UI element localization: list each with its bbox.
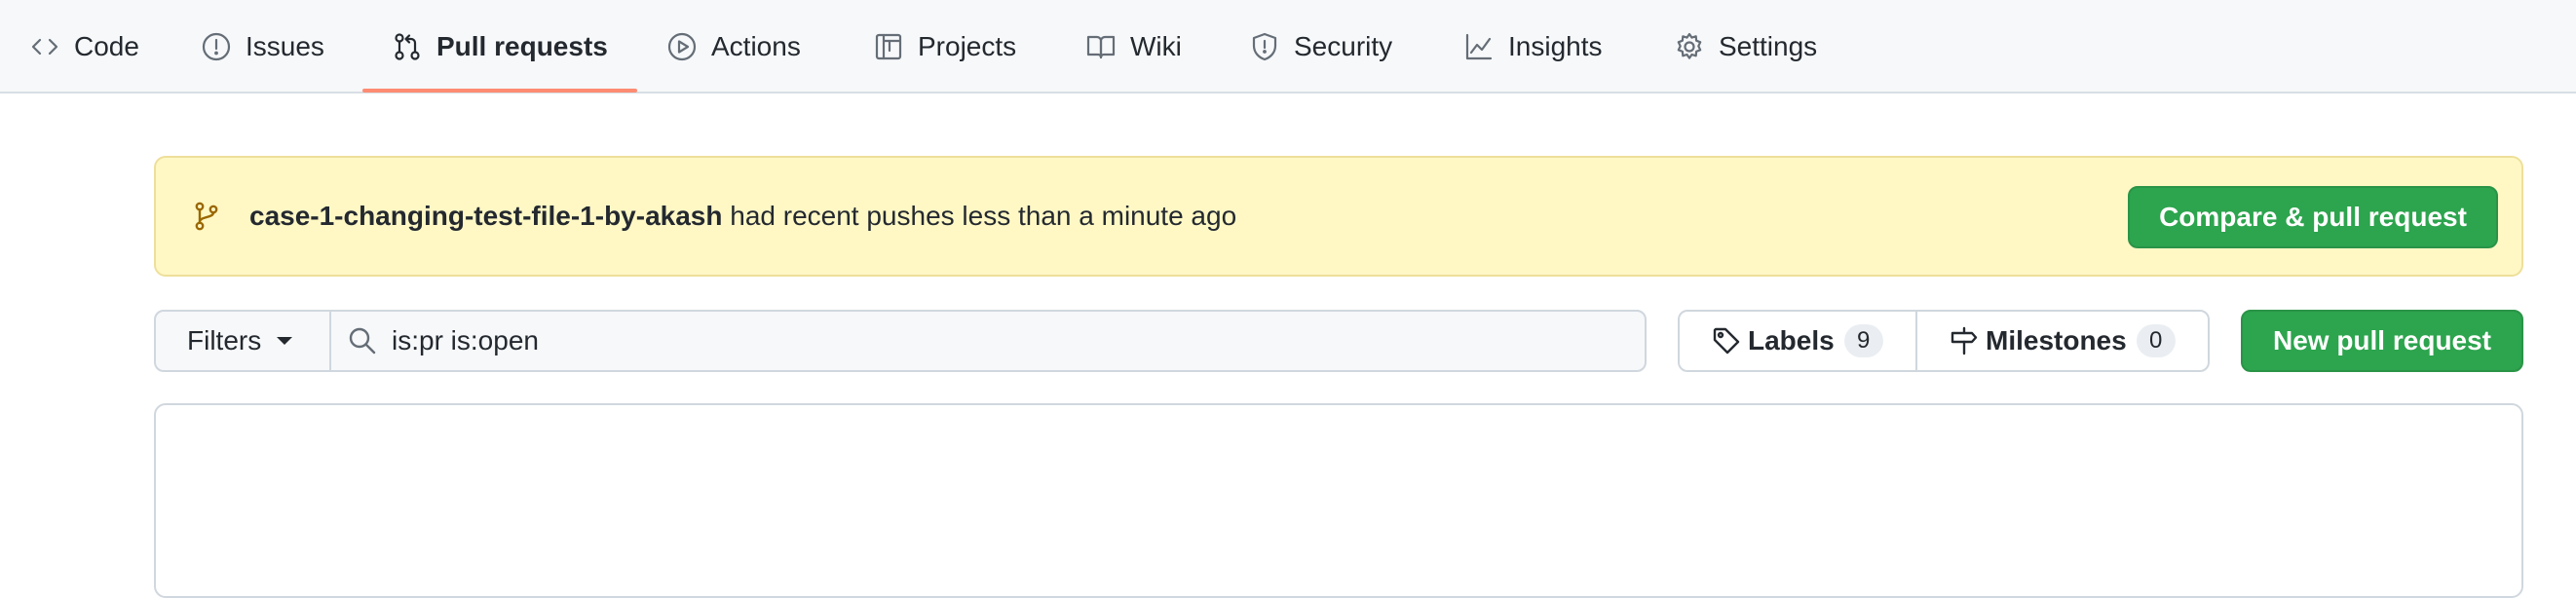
tab-label: Issues [246,31,324,61]
search-box[interactable] [329,310,1647,372]
labels-button[interactable]: Labels 9 [1680,312,1917,370]
milestones-label: Milestones [1986,325,2127,355]
tab-label: Settings [1719,31,1818,61]
table-icon [873,31,904,62]
git-branch-icon [191,201,222,232]
tab-projects[interactable]: Projects [873,0,1016,93]
graph-icon [1463,31,1495,62]
gear-icon [1674,31,1705,62]
tab-security[interactable]: Security [1249,0,1392,93]
labels-milestones-group: Labels 9 Milestones 0 [1678,310,2210,372]
search-input[interactable] [392,325,1645,356]
repo-nav: Code Issues Pull requests Actions Projec… [0,0,2576,93]
tab-label: Insights [1508,31,1603,61]
compare-pull-request-button[interactable]: Compare & pull request [2128,186,2498,248]
labels-count: 9 [1843,324,1883,357]
tab-label: Actions [711,31,801,61]
issue-opened-icon [201,31,232,62]
play-icon [666,31,698,62]
filters-dropdown[interactable]: Filters [154,310,331,372]
code-icon [29,31,60,62]
tab-label: Security [1294,31,1393,61]
git-pull-request-icon [392,31,423,62]
tab-label: Code [74,31,139,61]
tab-label: Wiki [1130,31,1182,61]
tab-pull-requests[interactable]: Pull requests [392,0,608,93]
milestone-icon [1949,325,1980,356]
tab-code[interactable]: Code [29,0,139,93]
tab-label: Pull requests [436,31,608,61]
tab-insights[interactable]: Insights [1463,0,1603,93]
new-pull-request-button[interactable]: New pull request [2241,310,2523,372]
recent-push-text: had recent pushes less than a minute ago [730,201,1237,231]
tab-issues[interactable]: Issues [201,0,324,93]
tab-settings[interactable]: Settings [1674,0,1817,93]
selected-tab-underline [362,89,637,93]
filters-label: Filters [187,325,262,355]
shield-icon [1249,31,1280,62]
tab-wiki[interactable]: Wiki [1085,0,1182,93]
branch-name: case-1-changing-test-file-1-by-akash [249,201,723,231]
search-icon [347,325,378,356]
caret-down-icon [277,337,293,345]
pull-request-list [154,403,2523,598]
tab-label: Projects [918,31,1017,61]
milestones-button[interactable]: Milestones 0 [1917,312,2208,370]
milestones-count: 0 [2136,324,2176,357]
recent-push-message: case-1-changing-test-file-1-by-akash had… [249,201,1236,232]
tab-actions[interactable]: Actions [666,0,801,93]
tag-icon [1711,325,1742,356]
book-icon [1085,31,1117,62]
labels-label: Labels [1748,325,1835,355]
